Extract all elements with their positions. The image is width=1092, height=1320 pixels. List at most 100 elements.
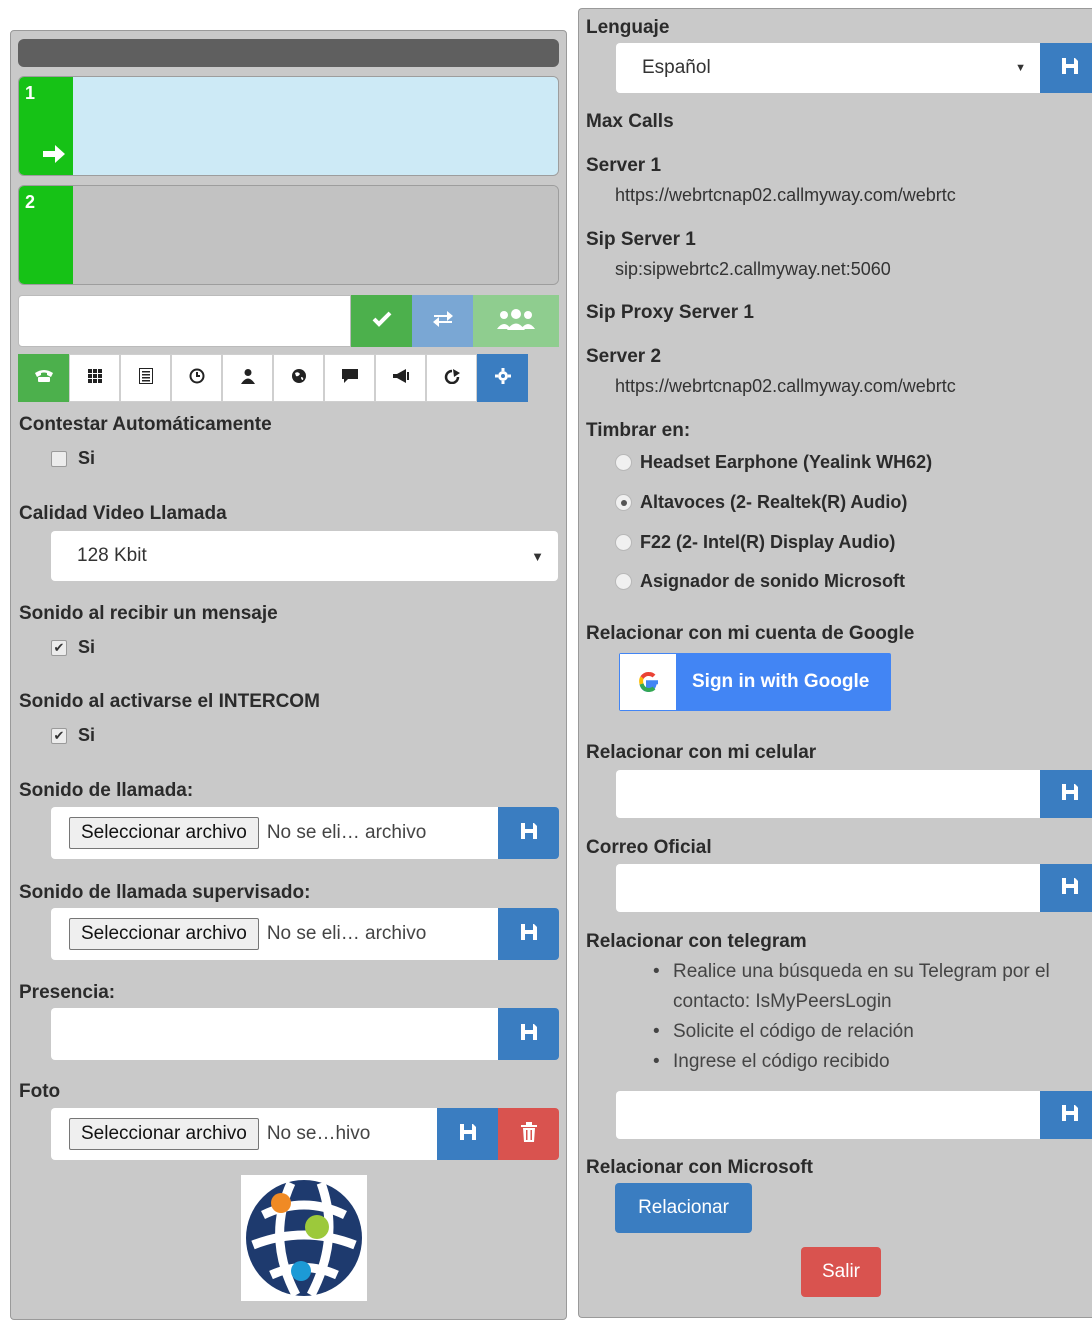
tab-list[interactable]	[120, 354, 171, 402]
line-2-card[interactable]: 2	[18, 185, 559, 285]
toolbar-tabs	[18, 354, 528, 402]
telegram-steps: Realice una búsqueda en su Telegram por …	[653, 957, 1092, 1077]
ring-option-sound-mapper[interactable]: Asignador de sonido Microsoft	[615, 571, 905, 592]
left-panel: 1 2 Contestar Automáticamente Si Calidad…	[10, 30, 567, 1320]
photo-file-button[interactable]: Seleccionar archivo	[69, 1118, 259, 1150]
google-signin-button[interactable]: Sign in with Google	[619, 653, 891, 711]
arrow-right-icon	[41, 143, 67, 170]
auto-answer-label: Contestar Automáticamente	[19, 414, 272, 435]
supervised-sound-file: Seleccionar archivo No se eli… archivo	[51, 908, 498, 960]
ring-option-label: F22 (2- Intel(R) Display Audio)	[640, 532, 896, 552]
telegram-save-button[interactable]	[1040, 1091, 1092, 1139]
server1-label: Server 1	[586, 155, 662, 176]
language-value: Español	[642, 57, 711, 78]
supervised-sound-file-status: No se eli… archivo	[266, 923, 427, 944]
telegram-step: Realice una búsqueda en su Telegram por …	[653, 957, 1092, 1017]
tab-share[interactable]	[426, 354, 477, 402]
video-quality-label: Calidad Video Llamada	[19, 503, 227, 524]
photo-file-status: No se…hivo	[266, 1123, 371, 1144]
cellphone-input[interactable]	[616, 770, 1040, 818]
intercom-sound-option: Si	[78, 725, 96, 745]
title-bar	[18, 39, 559, 67]
tab-broadcast[interactable]	[375, 354, 426, 402]
call-sound-file: Seleccionar archivo No se eli… archivo	[51, 807, 498, 859]
supervised-sound-label: Sonido de llamada supervisado:	[19, 882, 311, 903]
language-save-button[interactable]	[1040, 43, 1092, 93]
message-sound-checkbox[interactable]: ✔ Si	[51, 637, 95, 658]
save-icon	[520, 923, 538, 946]
tab-chat[interactable]	[324, 354, 375, 402]
chat-icon	[341, 368, 359, 389]
tab-history[interactable]	[171, 354, 222, 402]
google-label: Relacionar con mi cuenta de Google	[586, 623, 915, 644]
radio-unselected-icon	[615, 573, 632, 590]
language-select[interactable]: Español ▼	[616, 43, 1040, 93]
microsoft-link-button[interactable]: Relacionar	[615, 1183, 752, 1233]
group-icon	[494, 308, 538, 335]
call-sound-file-status: No se eli… archivo	[266, 822, 427, 843]
dropdown-arrow-icon: ▼	[531, 548, 544, 564]
email-label: Correo Oficial	[586, 837, 712, 858]
google-signin-label: Sign in with Google	[692, 671, 870, 692]
ring-option-display-audio[interactable]: F22 (2- Intel(R) Display Audio)	[615, 532, 895, 553]
presence-save-button[interactable]	[498, 1008, 559, 1060]
call-sound-file-button[interactable]: Seleccionar archivo	[69, 817, 259, 849]
globe-logo-image	[246, 1180, 362, 1298]
supervised-sound-file-button[interactable]: Seleccionar archivo	[69, 918, 259, 950]
sip-server1-label: Sip Server 1	[586, 229, 696, 250]
dial-input[interactable]	[18, 295, 351, 347]
intercom-sound-checkbox[interactable]: ✔ Si	[51, 725, 95, 746]
transfer-button[interactable]	[412, 295, 473, 347]
server1-value: https://webrtcnap02.callmyway.com/webrtc	[615, 185, 956, 205]
call-button[interactable]	[351, 295, 412, 347]
telegram-label: Relacionar con telegram	[586, 931, 807, 952]
call-sound-save-button[interactable]	[498, 807, 559, 859]
google-logo-icon	[620, 654, 676, 710]
line-1-area	[73, 77, 558, 175]
telegram-step: Ingrese el código recibido	[653, 1047, 1092, 1077]
sip-server1-value: sip:sipwebrtc2.callmyway.net:5060	[615, 259, 891, 279]
call-sound-label: Sonido de llamada:	[19, 780, 194, 801]
tab-keypad[interactable]	[69, 354, 120, 402]
tab-web[interactable]	[273, 354, 324, 402]
auto-answer-checkbox[interactable]: Si	[51, 448, 95, 469]
conference-button[interactable]	[473, 295, 559, 347]
globe-icon	[291, 368, 307, 389]
tab-settings[interactable]	[477, 354, 528, 402]
ring-option-headset[interactable]: Headset Earphone (Yealink WH62)	[615, 452, 932, 473]
save-icon	[1061, 57, 1079, 80]
checkbox-checked-icon: ✔	[51, 639, 67, 656]
dial-row	[18, 295, 559, 347]
tab-phone[interactable]	[18, 354, 69, 402]
presence-input[interactable]	[51, 1008, 498, 1060]
radio-unselected-icon	[615, 454, 632, 471]
save-icon	[520, 1023, 538, 1046]
photo-save-button[interactable]	[437, 1108, 498, 1160]
presence-label: Presencia:	[19, 982, 116, 1003]
email-save-button[interactable]	[1040, 864, 1092, 912]
dropdown-arrow-icon: ▼	[1015, 62, 1026, 74]
tab-contacts[interactable]	[222, 354, 273, 402]
intercom-sound-label: Sonido al activarse el INTERCOM	[19, 691, 320, 712]
save-icon	[1061, 877, 1079, 900]
ring-option-speakers[interactable]: Altavoces (2- Realtek(R) Audio)	[615, 492, 907, 513]
photo-label: Foto	[19, 1081, 61, 1102]
line-1-card[interactable]: 1	[18, 76, 559, 176]
telegram-code-input[interactable]	[616, 1091, 1040, 1139]
megaphone-icon	[392, 368, 410, 389]
trash-icon	[520, 1121, 537, 1147]
message-sound-option: Si	[78, 637, 96, 657]
message-sound-label: Sonido al recibir un mensaje	[19, 603, 278, 624]
cellphone-save-button[interactable]	[1040, 770, 1092, 818]
video-quality-select[interactable]: 128 Kbit ▼	[51, 531, 558, 581]
ring-option-label: Altavoces (2- Realtek(R) Audio)	[640, 492, 908, 512]
email-input[interactable]	[616, 864, 1040, 912]
cellphone-label: Relacionar con mi celular	[586, 742, 817, 763]
sip-proxy1-label: Sip Proxy Server 1	[586, 302, 754, 323]
server2-label: Server 2	[586, 346, 662, 367]
logout-button[interactable]: Salir	[801, 1247, 881, 1297]
photo-delete-button[interactable]	[498, 1108, 559, 1160]
right-panel: Lenguaje Español ▼ Max Calls Server 1 ht…	[578, 8, 1092, 1318]
transfer-icon	[432, 310, 454, 333]
supervised-sound-save-button[interactable]	[498, 908, 559, 960]
